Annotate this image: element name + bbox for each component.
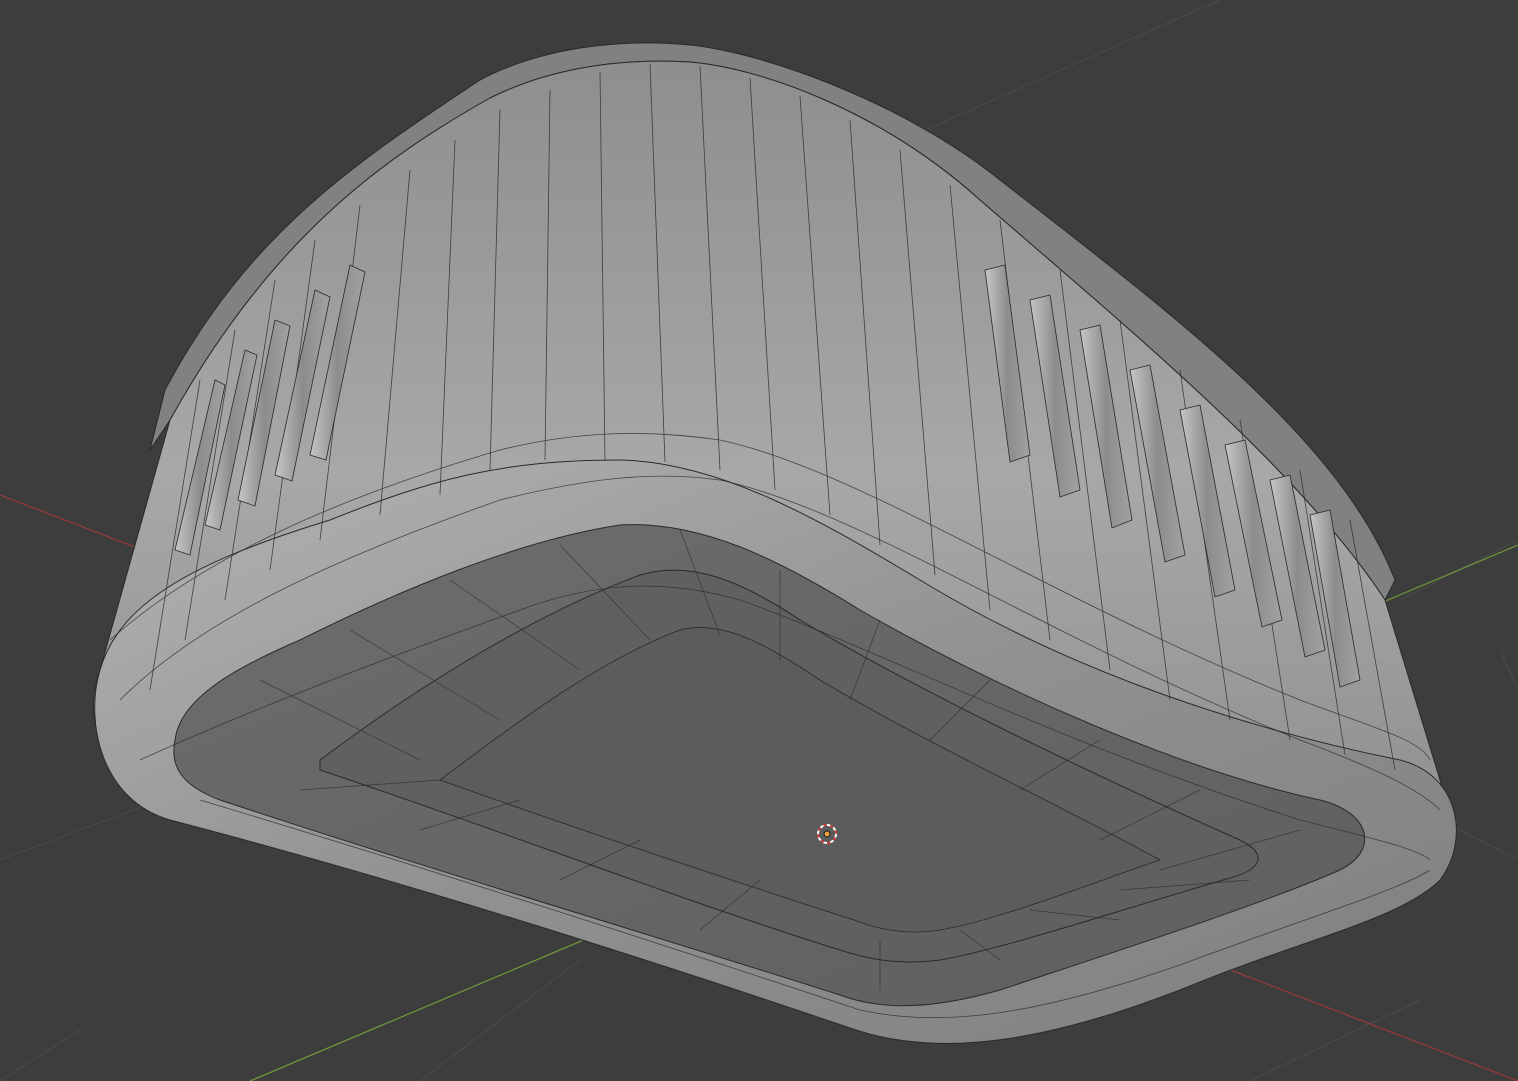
- object-origin-icon: [823, 830, 831, 838]
- 3d-viewport[interactable]: [0, 0, 1518, 1081]
- viewport-canvas[interactable]: [0, 0, 1518, 1081]
- rounded-box-mesh[interactable]: [93, 42, 1457, 1044]
